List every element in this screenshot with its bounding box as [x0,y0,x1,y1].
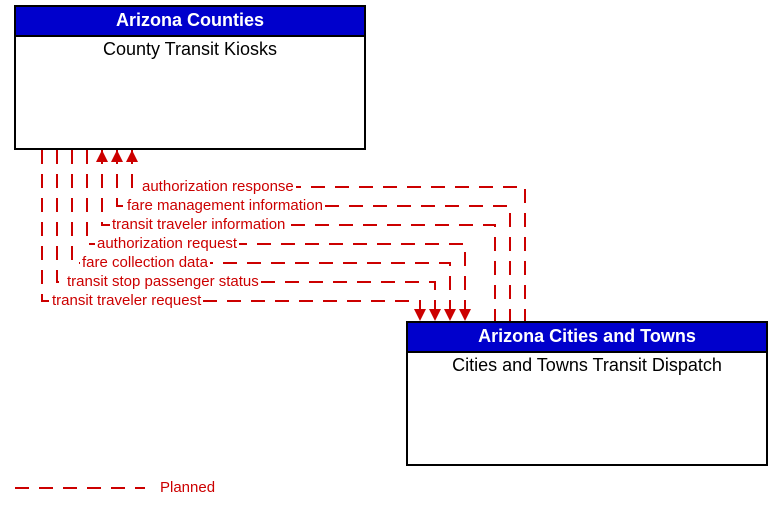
entity-top-header: Arizona Counties [16,7,364,37]
flow-fare-collection-data: fare collection data [80,254,210,271]
flow-transit-traveler-information: transit traveler information [110,216,287,233]
legend-planned-label: Planned [160,479,215,496]
entity-bottom-header: Arizona Cities and Towns [408,323,766,353]
flow-fare-management-information: fare management information [125,197,325,214]
entity-top-title: County Transit Kiosks [16,37,364,60]
entity-county-transit-kiosks: Arizona Counties County Transit Kiosks [14,5,366,150]
flow-transit-stop-passenger-status: transit stop passenger status [65,273,261,290]
flow-authorization-response: authorization response [140,178,296,195]
entity-cities-towns-transit-dispatch: Arizona Cities and Towns Cities and Town… [406,321,768,466]
entity-bottom-title: Cities and Towns Transit Dispatch [408,353,766,376]
flow-authorization-request: authorization request [95,235,239,252]
flow-transit-traveler-request: transit traveler request [50,292,203,309]
